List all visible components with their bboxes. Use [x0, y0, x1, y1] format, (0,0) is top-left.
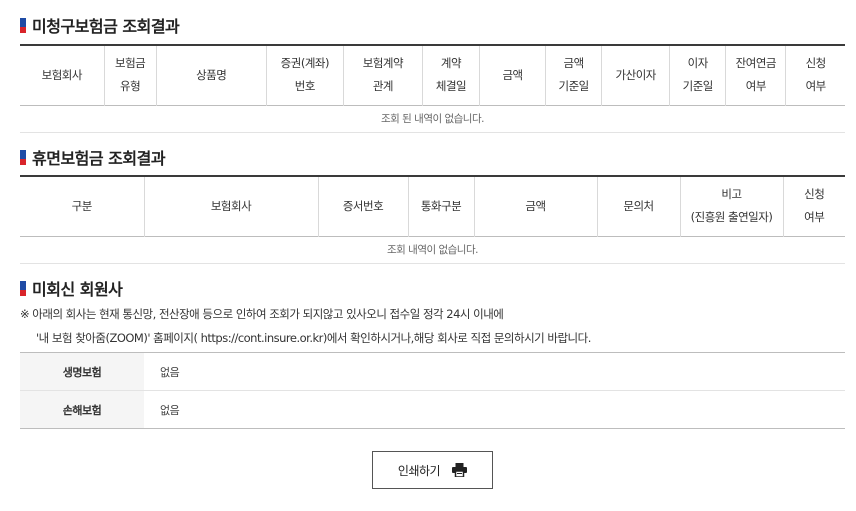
dormant-results-table: 구분 보험회사 증서번호 통화구분 금액 문의처 비고 (진흥원 출연일자) 신청…	[20, 175, 845, 264]
col-additional-interest: 가산이자	[601, 45, 670, 105]
dormant-title-text: 휴면보험금 조회결과	[32, 149, 166, 168]
col-category: 구분	[71, 198, 93, 213]
table-row: 생명보험 없음	[20, 352, 845, 391]
title-marker-icon	[20, 149, 26, 165]
col-policy-number: 증권(계좌) 번호	[265, 45, 344, 105]
nonresponding-section-title: 미회신 회원사	[20, 276, 123, 300]
col-interest-base-date: 이자 기준일	[669, 45, 726, 105]
col-contact: 문의처	[596, 176, 680, 236]
dormant-header-row: 구분 보험회사 증서번호 통화구분 금액 문의처 비고 (진흥원 출연일자) 신청…	[20, 176, 845, 236]
nonlife-insurance-value: 없음	[160, 403, 180, 417]
table-row: 조회 내역이 없습니다.	[20, 236, 845, 264]
notice-line-1: ※ 아래의 회사는 현재 통신망, 전산장애 등으로 인하여 조회가 되지않고 …	[20, 307, 504, 321]
unclaimed-title-text: 미청구보험금 조회결과	[32, 17, 180, 36]
nonresponding-title-text: 미회신 회원사	[32, 280, 123, 299]
col-amount: 금액	[473, 176, 597, 236]
empty-results-message: 조회 내역이 없습니다.	[20, 236, 845, 264]
title-marker-icon	[20, 17, 26, 33]
table-row: 손해보험 없음	[20, 390, 845, 429]
col-currency: 통화구분	[407, 176, 474, 236]
col-amount-base-date: 금액 기준일	[545, 45, 602, 105]
dormant-section-title: 휴면보험금 조회결과	[20, 145, 166, 169]
print-button[interactable]: 인쇄하기	[372, 451, 493, 489]
col-apply-status: 신청 여부	[785, 45, 845, 105]
title-marker-icon	[20, 280, 26, 296]
unclaimed-results-table: 보험회사 보험금 유형 상품명 증권(계좌) 번호 보험계약 관계 계약 체결일 금액 …	[20, 44, 845, 133]
col-apply-status: 신청 여부	[782, 176, 845, 236]
table-row: 조회 된 내역이 없습니다.	[20, 105, 845, 133]
col-contract-relation: 보험계약 관계	[342, 45, 423, 105]
printer-icon	[452, 463, 468, 478]
col-contract-date: 계약 체결일	[421, 45, 480, 105]
col-remarks: 비고 (진흥원 출연일자)	[679, 176, 783, 236]
col-certificate-number: 증서번호	[317, 176, 408, 236]
nonlife-insurance-label: 손해보험	[20, 390, 144, 429]
col-insurer: 보험회사	[143, 176, 318, 236]
col-insurer: 보험회사	[41, 67, 83, 82]
col-product-name: 상품명	[155, 45, 267, 105]
col-claim-type: 보험금 유형	[103, 45, 157, 105]
unclaimed-header-row: 보험회사 보험금 유형 상품명 증권(계좌) 번호 보험계약 관계 계약 체결일 금액 …	[20, 45, 845, 105]
col-amount: 금액	[479, 45, 546, 105]
print-button-label: 인쇄하기	[397, 463, 441, 478]
unclaimed-section-title: 미청구보험금 조회결과	[20, 13, 180, 37]
life-insurance-value: 없음	[144, 352, 845, 391]
life-insurance-label: 생명보험	[20, 352, 144, 391]
notice-line-2: '내 보험 찾아줌(ZOOM)' 홈페이지( https://cont.insu…	[36, 331, 591, 345]
col-remaining-annuity: 잔여연금 여부	[725, 45, 786, 105]
empty-results-message: 조회 된 내역이 없습니다.	[20, 105, 845, 133]
nonresponding-table: 생명보험 없음 손해보험 없음	[20, 352, 845, 429]
